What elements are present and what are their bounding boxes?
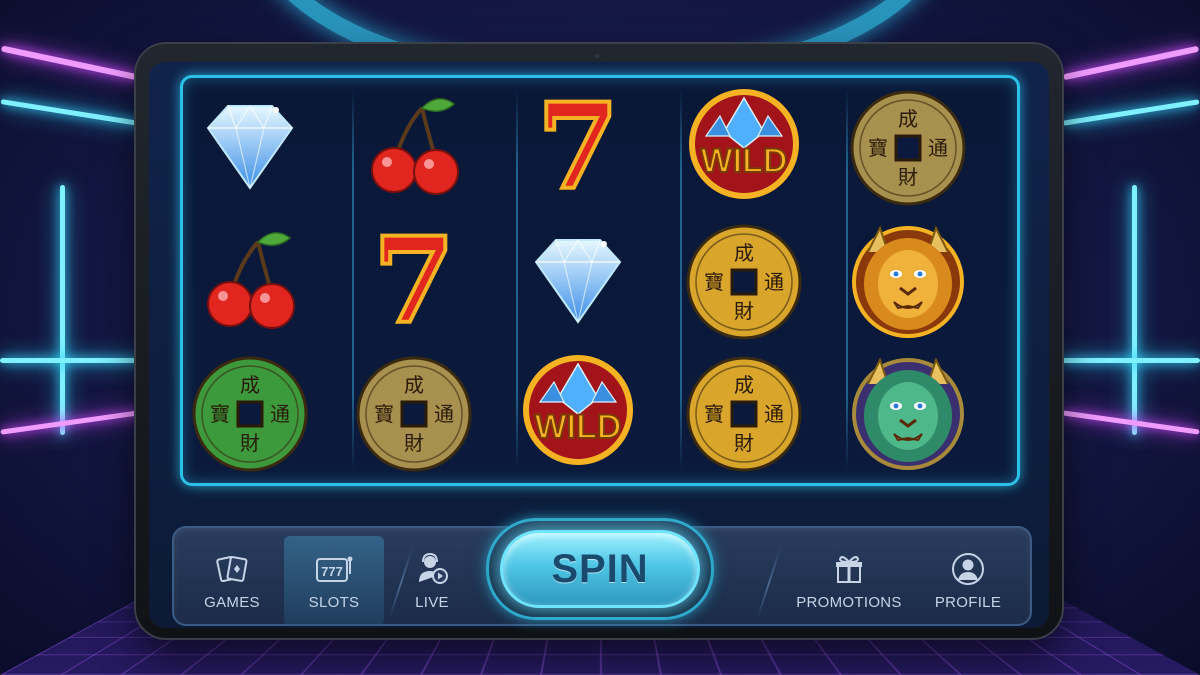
neon-strip (1062, 45, 1200, 81)
reel-1-symbol-coin: 成寶 通財 (190, 354, 310, 474)
nav-live-label: LIVE (415, 593, 449, 611)
svg-text:寶: 寶 (704, 270, 724, 294)
svg-text:寶: 寶 (374, 402, 394, 426)
nav-profile[interactable]: PROFILE (928, 536, 1008, 626)
neon-strip (0, 45, 140, 81)
reel-1-symbol-cherry (190, 222, 310, 342)
reel-4-symbol-coin: 成寶 通財 (684, 222, 804, 342)
neon-strip (1062, 358, 1200, 363)
reel-3-symbol-wild: WILD (518, 354, 638, 474)
svg-text:成: 成 (734, 241, 754, 265)
reel-1-symbol-diamond (190, 88, 310, 208)
neon-strip (1132, 185, 1137, 435)
svg-text:WILD: WILD (535, 408, 622, 446)
svg-text:通: 通 (764, 270, 784, 294)
neon-strip (0, 410, 140, 435)
nav-games-label: GAMES (204, 593, 260, 611)
golden-lion-icon (852, 225, 964, 338)
jade-dragon-icon (852, 357, 964, 470)
svg-text:通: 通 (928, 136, 948, 160)
svg-text:通: 通 (270, 402, 290, 426)
coin-icon: 成寶 通財 (686, 356, 802, 472)
coin-icon: 成寶 通財 (192, 356, 308, 472)
nav-slots[interactable]: 777 SLOTS (284, 536, 384, 626)
nav-profile-label: PROFILE (934, 593, 1002, 611)
svg-text:7: 7 (373, 211, 455, 350)
cherry-icon (207, 232, 295, 329)
reel-2-symbol-seven: 7 (354, 209, 474, 352)
gift-icon (836, 555, 862, 583)
svg-text:成: 成 (404, 373, 424, 397)
wild-icon: WILD (689, 89, 799, 199)
neon-strip (1062, 99, 1200, 126)
cherry-icon (371, 98, 459, 195)
spin-label: SPIN (551, 546, 649, 591)
svg-text:成: 成 (734, 373, 754, 397)
nav-slots-label: SLOTS (308, 593, 360, 611)
reel-divider (680, 90, 682, 470)
playing-cards-icon (216, 555, 248, 582)
slot-machine-icon: 777 (316, 556, 353, 582)
svg-text:7: 7 (537, 77, 619, 216)
reel-5-symbol-lion (848, 354, 968, 474)
nav-games[interactable]: GAMES (192, 536, 272, 626)
svg-text:通: 通 (434, 402, 454, 426)
seven-icon: 7 (535, 75, 621, 218)
reel-2-symbol-coin: 成寶 通財 (354, 354, 474, 474)
reel-3-symbol-diamond (518, 222, 638, 342)
neon-strip (1062, 410, 1200, 435)
diamond-icon (206, 104, 294, 190)
svg-text:寶: 寶 (704, 402, 724, 426)
svg-text:成: 成 (240, 373, 260, 397)
seven-icon: 7 (371, 209, 457, 352)
reel-3-symbol-seven: 7 (518, 75, 638, 218)
neon-strip (0, 99, 140, 126)
live-dealer-icon (419, 552, 448, 584)
reel-4-symbol-coin: 成寶 通財 (684, 354, 804, 474)
spin-button[interactable]: SPIN (500, 530, 700, 608)
reel-5-symbol-coin: 成寶 通財 (848, 88, 968, 208)
svg-text:財: 財 (898, 165, 918, 189)
svg-text:財: 財 (734, 299, 754, 323)
reel-5-symbol-lion (848, 222, 968, 342)
neon-strip (0, 358, 140, 363)
svg-text:WILD: WILD (701, 142, 788, 180)
svg-text:寶: 寶 (868, 136, 888, 160)
nav-promotions[interactable]: PROMOTIONS (792, 536, 906, 626)
svg-text:財: 財 (240, 431, 260, 455)
nav-promotions-label: PROMOTIONS (796, 593, 902, 611)
wild-icon: WILD (523, 355, 633, 465)
neon-strip (60, 185, 65, 435)
reel-2-symbol-cherry (354, 88, 474, 208)
svg-text:通: 通 (764, 402, 784, 426)
coin-icon: 成寶 通財 (356, 356, 472, 472)
diamond-icon (534, 238, 622, 324)
nav-live[interactable]: LIVE (398, 536, 466, 626)
svg-text:成: 成 (898, 107, 918, 131)
coin-icon: 成寶 通財 (850, 90, 966, 206)
svg-text:財: 財 (404, 431, 424, 455)
reel-4-symbol-wild: WILD (684, 88, 804, 208)
svg-text:寶: 寶 (210, 402, 230, 426)
camera-dot (593, 52, 601, 60)
coin-icon: 成寶 通財 (686, 224, 802, 340)
user-icon (952, 552, 984, 585)
svg-text:財: 財 (734, 431, 754, 455)
svg-text:777: 777 (321, 564, 343, 579)
